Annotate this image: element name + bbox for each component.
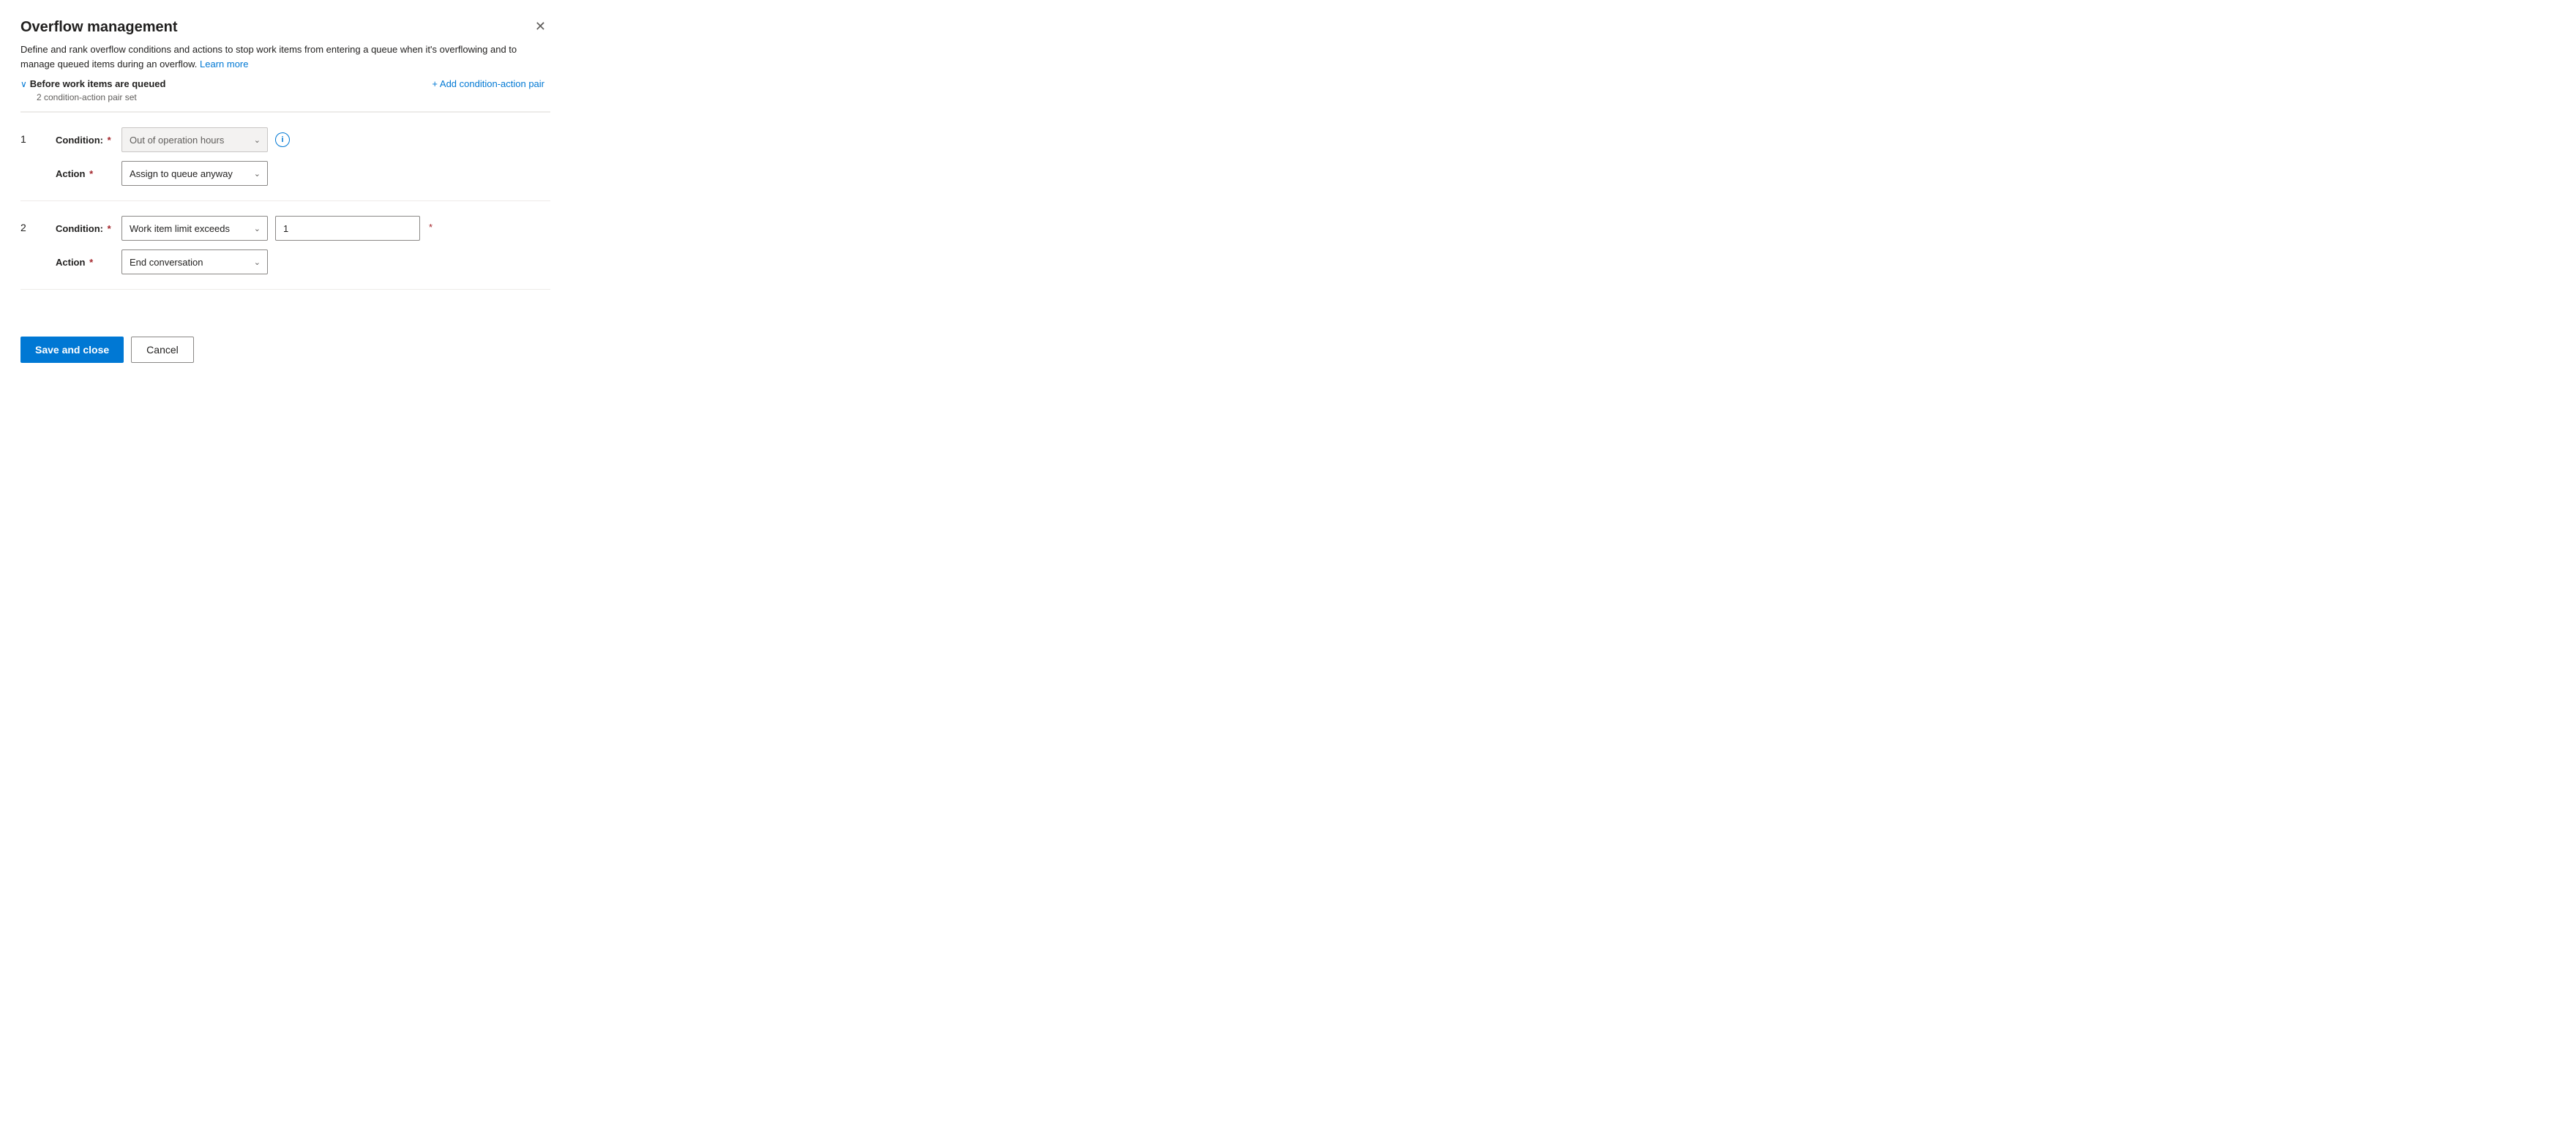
dialog-header: Overflow management ✕	[20, 18, 550, 37]
action-label-1: Action *	[56, 168, 114, 179]
action-select-wrapper-1: Assign to queue anyway End conversation …	[121, 161, 268, 186]
section-subtitle: 2 condition-action pair set	[37, 92, 550, 102]
overflow-management-dialog: Overflow management ✕ Define and rank ov…	[0, 0, 571, 380]
condition-select-1[interactable]: Out of operation hours Work item limit e…	[121, 127, 268, 152]
dialog-footer: Save and close Cancel	[20, 319, 550, 363]
row-fields-2: Condition: * Out of operation hours Work…	[56, 216, 550, 274]
action-field-row-2: Action * End conversation Assign to queu…	[56, 249, 550, 274]
limit-input-2[interactable]	[275, 216, 420, 241]
chevron-down-icon: ∨	[20, 79, 27, 89]
condition-select-wrapper-1: Out of operation hours Work item limit e…	[121, 127, 268, 152]
row-fields-1: Condition: * Out of operation hours Work…	[56, 127, 550, 186]
condition-select-2[interactable]: Out of operation hours Work item limit e…	[121, 216, 268, 241]
condition-label-1: Condition: *	[56, 135, 114, 146]
action-select-1[interactable]: Assign to queue anyway End conversation	[121, 161, 268, 186]
row-inner-1: 1 Condition: * Out of operation hours Wo…	[20, 127, 550, 186]
condition-label-2: Condition: *	[56, 223, 114, 234]
close-button[interactable]: ✕	[531, 18, 550, 36]
learn-more-link[interactable]: Learn more	[200, 59, 248, 70]
condition-row-2: 2 Condition: * Out of operation hours Wo…	[20, 201, 550, 290]
action-field-row-1: Action * Assign to queue anyway End conv…	[56, 161, 550, 186]
section-title: Before work items are queued	[30, 78, 166, 89]
condition-field-row-2: Condition: * Out of operation hours Work…	[56, 216, 550, 241]
action-label-2: Action *	[56, 257, 114, 268]
required-star-condition-1: *	[105, 135, 111, 146]
row-number-1: 1	[20, 127, 56, 145]
info-icon-1[interactable]: i	[275, 132, 290, 147]
condition-field-row-1: Condition: * Out of operation hours Work…	[56, 127, 550, 152]
row-inner-2: 2 Condition: * Out of operation hours Wo…	[20, 216, 550, 274]
condition-select-wrapper-2: Out of operation hours Work item limit e…	[121, 216, 268, 241]
row-number-2: 2	[20, 216, 56, 233]
action-select-wrapper-2: End conversation Assign to queue anyway …	[121, 249, 268, 274]
add-condition-action-pair-button[interactable]: + Add condition-action pair	[426, 75, 550, 92]
section-toggle-button[interactable]: ∨ Before work items are queued	[20, 78, 165, 89]
required-star-limit-2: *	[429, 222, 433, 233]
dialog-title: Overflow management	[20, 18, 178, 37]
action-select-2[interactable]: End conversation Assign to queue anyway	[121, 249, 268, 274]
required-star-condition-2: *	[105, 223, 111, 234]
required-star-action-2: *	[86, 257, 93, 268]
conditions-list: 1 Condition: * Out of operation hours Wo…	[20, 112, 550, 319]
cancel-button[interactable]: Cancel	[131, 337, 194, 363]
section-toolbar: ∨ Before work items are queued + Add con…	[20, 75, 550, 92]
required-star-action-1: *	[86, 168, 93, 179]
dialog-description: Define and rank overflow conditions and …	[20, 42, 550, 71]
condition-row-1: 1 Condition: * Out of operation hours Wo…	[20, 112, 550, 201]
save-and-close-button[interactable]: Save and close	[20, 337, 124, 363]
